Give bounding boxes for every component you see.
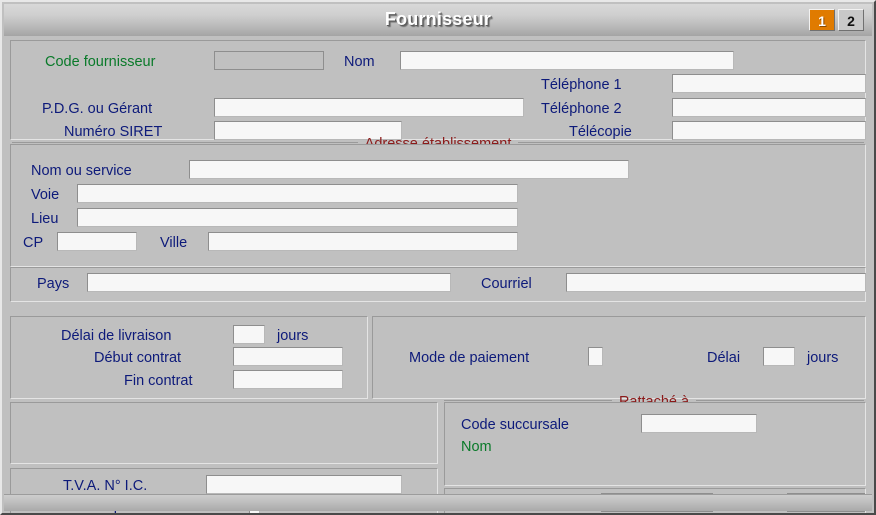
debut-contrat-input[interactable] [233,347,343,366]
label-tva-num-ic: T.V.A. N° I.C. [63,478,148,494]
nom-ou-service-input[interactable] [189,160,629,179]
tva-num-ic-input[interactable] [206,475,402,494]
label-nom: Nom [344,54,375,70]
telephone-2-input[interactable] [672,98,866,117]
window-footer [4,494,872,511]
label-cp: CP [23,235,44,251]
label-code-fournisseur: Code fournisseur [45,54,156,70]
fin-contrat-input[interactable] [233,370,343,389]
pays-input[interactable] [87,273,451,292]
fournisseur-window: Fournisseur 1 2 Code fournisseur Nom Tél… [0,0,876,515]
label-delai-unit: jours [807,350,839,366]
identity-panel: Code fournisseur Nom Téléphone 1 P.D.G. … [10,40,866,140]
cp-input[interactable] [57,232,137,251]
delai-livraison-input[interactable] [233,325,265,344]
country-email-panel: Pays Courriel [10,267,866,302]
code-succursale-input[interactable] [641,414,757,433]
telephone-1-input[interactable] [672,74,866,93]
nom-input[interactable] [400,51,734,70]
label-lieu: Lieu [31,211,59,227]
ville-input[interactable] [208,232,518,251]
tab-page-2[interactable]: 2 [838,9,864,31]
page-tabs: 1 2 [807,7,866,33]
label-telephone-2: Téléphone 2 [541,101,622,117]
empty-left-panel [10,402,438,464]
courriel-input[interactable] [566,273,866,292]
label-fin-contrat: Fin contrat [124,373,193,389]
delai-paiement-input[interactable] [763,347,795,366]
mode-paiement-input[interactable] [588,347,603,366]
label-voie: Voie [31,187,60,203]
payment-panel: Mode de paiement Délai jours [372,316,866,399]
label-mode-paiement: Mode de paiement [409,350,530,366]
lieu-input[interactable] [77,208,518,227]
label-succursale-nom: Nom [461,439,492,455]
label-ville: Ville [160,235,188,251]
label-pdg-gerant: P.D.G. ou Gérant [42,101,153,117]
label-delai-livraison: Délai de livraison [61,328,172,344]
label-delai-livraison-unit: jours [277,328,309,344]
form-client-area: Code fournisseur Nom Téléphone 1 P.D.G. … [4,36,872,513]
delivery-contract-panel: Délai de livraison jours Début contrat F… [10,316,368,399]
code-fournisseur-input[interactable] [214,51,324,70]
title-bar: Fournisseur 1 2 [4,4,872,37]
pdg-gerant-input[interactable] [214,98,524,117]
label-pays: Pays [37,276,70,292]
label-delai: Délai [707,350,741,366]
address-panel: Nom ou service Voie Lieu CP Ville [10,144,866,267]
window-title: Fournisseur [384,9,492,29]
label-courriel: Courriel [481,276,532,292]
voie-input[interactable] [77,184,518,203]
label-debut-contrat: Début contrat [94,350,182,366]
tab-page-1[interactable]: 1 [809,9,835,31]
label-code-succursale: Code succursale [461,417,569,433]
attached-panel: Code succursale Nom [444,402,866,486]
label-nom-ou-service: Nom ou service [31,163,132,179]
label-telephone-1: Téléphone 1 [541,77,622,93]
